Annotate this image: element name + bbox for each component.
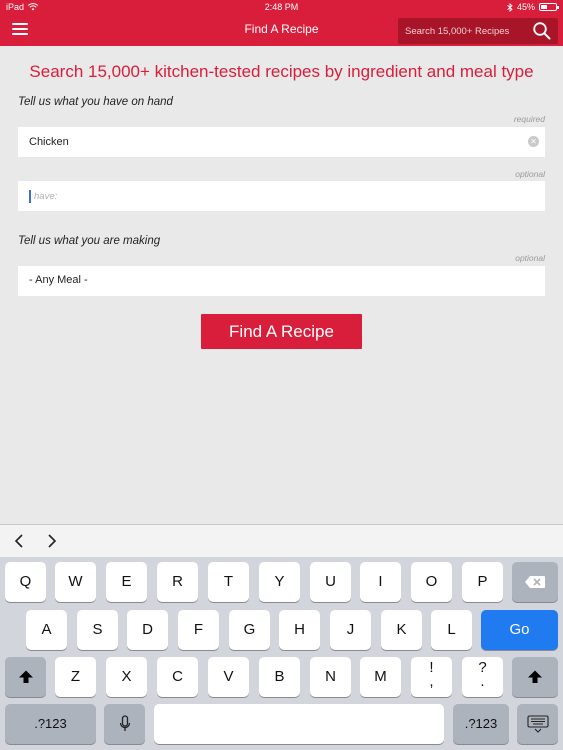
ingredient-input-2[interactable] bbox=[18, 181, 545, 211]
key-c[interactable]: C bbox=[157, 657, 198, 697]
key-s[interactable]: S bbox=[77, 610, 118, 650]
backspace-icon bbox=[525, 576, 545, 589]
app-header: iPad 2:48 PM 45% Find A Recipe bbox=[0, 0, 563, 46]
meal-select-value: - Any Meal - bbox=[29, 274, 88, 286]
key-exclaim-comma[interactable]: ! , bbox=[411, 657, 452, 697]
go-key[interactable]: Go bbox=[481, 610, 558, 650]
shift-key-right[interactable] bbox=[512, 657, 558, 697]
have-label: Tell us what you have on hand bbox=[18, 96, 173, 108]
ingredient-field-2 bbox=[18, 181, 545, 211]
key-w[interactable]: W bbox=[55, 562, 96, 602]
key-l[interactable]: L bbox=[431, 610, 472, 650]
dictation-key[interactable] bbox=[104, 704, 145, 744]
making-label: Tell us what you are making bbox=[18, 235, 161, 247]
key-e[interactable]: E bbox=[106, 562, 147, 602]
previous-field-icon[interactable] bbox=[11, 532, 29, 550]
numbers-key-left[interactable]: .?123 bbox=[5, 704, 96, 744]
key-o[interactable]: O bbox=[411, 562, 452, 602]
key-d[interactable]: D bbox=[127, 610, 168, 650]
keyboard-accessory-bar bbox=[0, 524, 563, 557]
status-bar: iPad 2:48 PM 45% bbox=[0, 0, 563, 14]
key-k[interactable]: K bbox=[381, 610, 422, 650]
next-field-icon[interactable] bbox=[42, 532, 60, 550]
key-question-period[interactable]: ? . bbox=[462, 657, 503, 697]
key-i[interactable]: I bbox=[360, 562, 401, 602]
ingredient-input-1[interactable] bbox=[18, 127, 545, 157]
search-icon[interactable] bbox=[532, 21, 552, 41]
header-search bbox=[398, 18, 558, 44]
key-n[interactable]: N bbox=[310, 657, 351, 697]
keyboard-dismiss-icon bbox=[526, 715, 549, 733]
key-h[interactable]: H bbox=[279, 610, 320, 650]
backspace-key[interactable] bbox=[512, 562, 558, 602]
key-v[interactable]: V bbox=[208, 657, 249, 697]
key-p[interactable]: P bbox=[462, 562, 503, 602]
key-f[interactable]: F bbox=[178, 610, 219, 650]
key-period-label: . bbox=[480, 673, 485, 690]
key-x[interactable]: X bbox=[106, 657, 147, 697]
key-g[interactable]: G bbox=[229, 610, 270, 650]
shift-icon bbox=[18, 670, 33, 684]
key-u[interactable]: U bbox=[310, 562, 351, 602]
header-search-input[interactable] bbox=[398, 18, 526, 44]
meal-select[interactable]: - Any Meal - bbox=[18, 266, 545, 296]
key-a[interactable]: A bbox=[26, 610, 67, 650]
find-recipe-button[interactable]: Find A Recipe bbox=[201, 314, 362, 349]
key-j[interactable]: J bbox=[330, 610, 371, 650]
key-q[interactable]: Q bbox=[5, 562, 46, 602]
space-key[interactable] bbox=[154, 704, 444, 744]
optional-hint: optional bbox=[515, 169, 545, 179]
making-optional-hint: optional bbox=[515, 253, 545, 263]
shift-key-left[interactable] bbox=[5, 657, 46, 697]
battery-percent: 45% bbox=[516, 2, 535, 12]
clear-icon[interactable]: ✕ bbox=[528, 136, 539, 147]
keyboard: Q W E R T Y U I O P A S D F G H J K L Go… bbox=[0, 557, 563, 750]
key-r[interactable]: R bbox=[157, 562, 198, 602]
key-comma-label: , bbox=[429, 673, 434, 690]
key-t[interactable]: T bbox=[208, 562, 249, 602]
shift-icon bbox=[528, 670, 542, 684]
numbers-key-right[interactable]: .?123 bbox=[453, 704, 509, 744]
ingredient-field-1: ✕ bbox=[18, 127, 545, 157]
key-m[interactable]: M bbox=[360, 657, 401, 697]
page-headline: Search 15,000+ kitchen-tested recipes by… bbox=[29, 62, 534, 81]
status-time: 2:48 PM bbox=[264, 2, 299, 12]
key-z[interactable]: Z bbox=[55, 657, 96, 697]
key-b[interactable]: B bbox=[259, 657, 300, 697]
bluetooth-icon bbox=[507, 2, 513, 12]
battery-icon bbox=[539, 3, 559, 11]
microphone-icon bbox=[119, 715, 130, 732]
text-cursor bbox=[29, 190, 31, 203]
key-y[interactable]: Y bbox=[259, 562, 300, 602]
required-hint: required bbox=[513, 114, 545, 124]
hide-keyboard-key[interactable] bbox=[517, 704, 558, 744]
